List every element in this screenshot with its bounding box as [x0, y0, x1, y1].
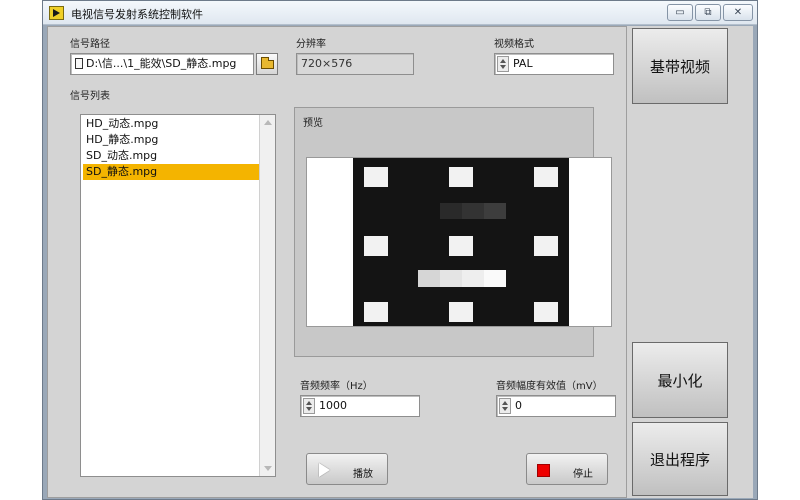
app-window: 电视信号发射系统控制软件 ▭ ⧉ ✕ 信号路径 D:\信...\1_能效\SD_… — [42, 0, 758, 500]
list-item[interactable]: SD_动态.mpg — [83, 148, 259, 164]
amplitude-spinner[interactable] — [499, 398, 511, 414]
list-item[interactable]: HD_静态.mpg — [83, 132, 259, 148]
video-format-field[interactable]: PAL — [494, 53, 614, 75]
window-minimize-button[interactable]: ▭ — [667, 4, 693, 21]
signal-path-label: 信号路径 — [70, 39, 110, 50]
list-scrollbar[interactable] — [259, 115, 275, 476]
preview-label: 预览 — [303, 118, 323, 129]
video-format-label: 视频格式 — [494, 39, 534, 50]
play-button-label: 播放 — [353, 469, 373, 480]
resolution-display: 720×576 — [296, 53, 414, 75]
client-area: 信号路径 D:\信...\1_能效\SD_静态.mpg 分辨率 720×576 … — [47, 26, 753, 498]
exit-program-button[interactable]: 退出程序 — [632, 422, 728, 496]
resolution-label: 分辨率 — [296, 39, 326, 50]
audio-frequency-label: 音频频率（Hz） — [300, 381, 373, 392]
signal-path-field[interactable]: D:\信...\1_能效\SD_静态.mpg — [70, 53, 254, 75]
window-title: 电视信号发射系统控制软件 — [71, 8, 203, 21]
signal-path-value: D:\信...\1_能效\SD_静态.mpg — [86, 57, 237, 70]
folder-open-icon — [261, 57, 274, 69]
test-pattern-graphic — [353, 158, 569, 326]
audio-frequency-value: 1000 — [319, 399, 347, 412]
stop-button-label: 停止 — [573, 469, 593, 480]
format-spinner[interactable] — [497, 56, 509, 72]
frequency-spinner[interactable] — [303, 398, 315, 414]
audio-amplitude-field[interactable]: 0 — [496, 395, 616, 417]
control-panel: 信号路径 D:\信...\1_能效\SD_静态.mpg 分辨率 720×576 … — [47, 26, 627, 498]
video-format-value: PAL — [513, 57, 533, 70]
play-icon — [319, 463, 330, 477]
browse-button[interactable] — [256, 53, 278, 75]
signal-list-label: 信号列表 — [70, 91, 110, 102]
signal-listbox[interactable]: HD_动态.mpg HD_静态.mpg SD_动态.mpg SD_静态.mpg — [80, 114, 276, 477]
scroll-up-arrow-icon[interactable] — [264, 120, 272, 125]
baseband-video-button[interactable]: 基带视频 — [632, 28, 728, 104]
stop-icon — [537, 464, 550, 477]
audio-frequency-field[interactable]: 1000 — [300, 395, 420, 417]
title-bar: 电视信号发射系统控制软件 ▭ ⧉ ✕ — [43, 1, 757, 25]
path-icon — [75, 58, 83, 69]
audio-amplitude-value: 0 — [515, 399, 522, 412]
list-item-selected[interactable]: SD_静态.mpg — [83, 164, 259, 180]
minimize-button[interactable]: 最小化 — [632, 342, 728, 418]
audio-amplitude-label: 音频幅度有效值（mV） — [496, 381, 603, 392]
labview-app-icon — [49, 6, 64, 20]
stop-button[interactable]: 停止 — [526, 453, 608, 485]
list-item[interactable]: HD_动态.mpg — [83, 116, 259, 132]
preview-image — [306, 157, 612, 327]
scroll-down-arrow-icon[interactable] — [264, 466, 272, 471]
window-close-button[interactable]: ✕ — [723, 4, 753, 21]
window-restore-button[interactable]: ⧉ — [695, 4, 721, 21]
play-button[interactable]: 播放 — [306, 453, 388, 485]
